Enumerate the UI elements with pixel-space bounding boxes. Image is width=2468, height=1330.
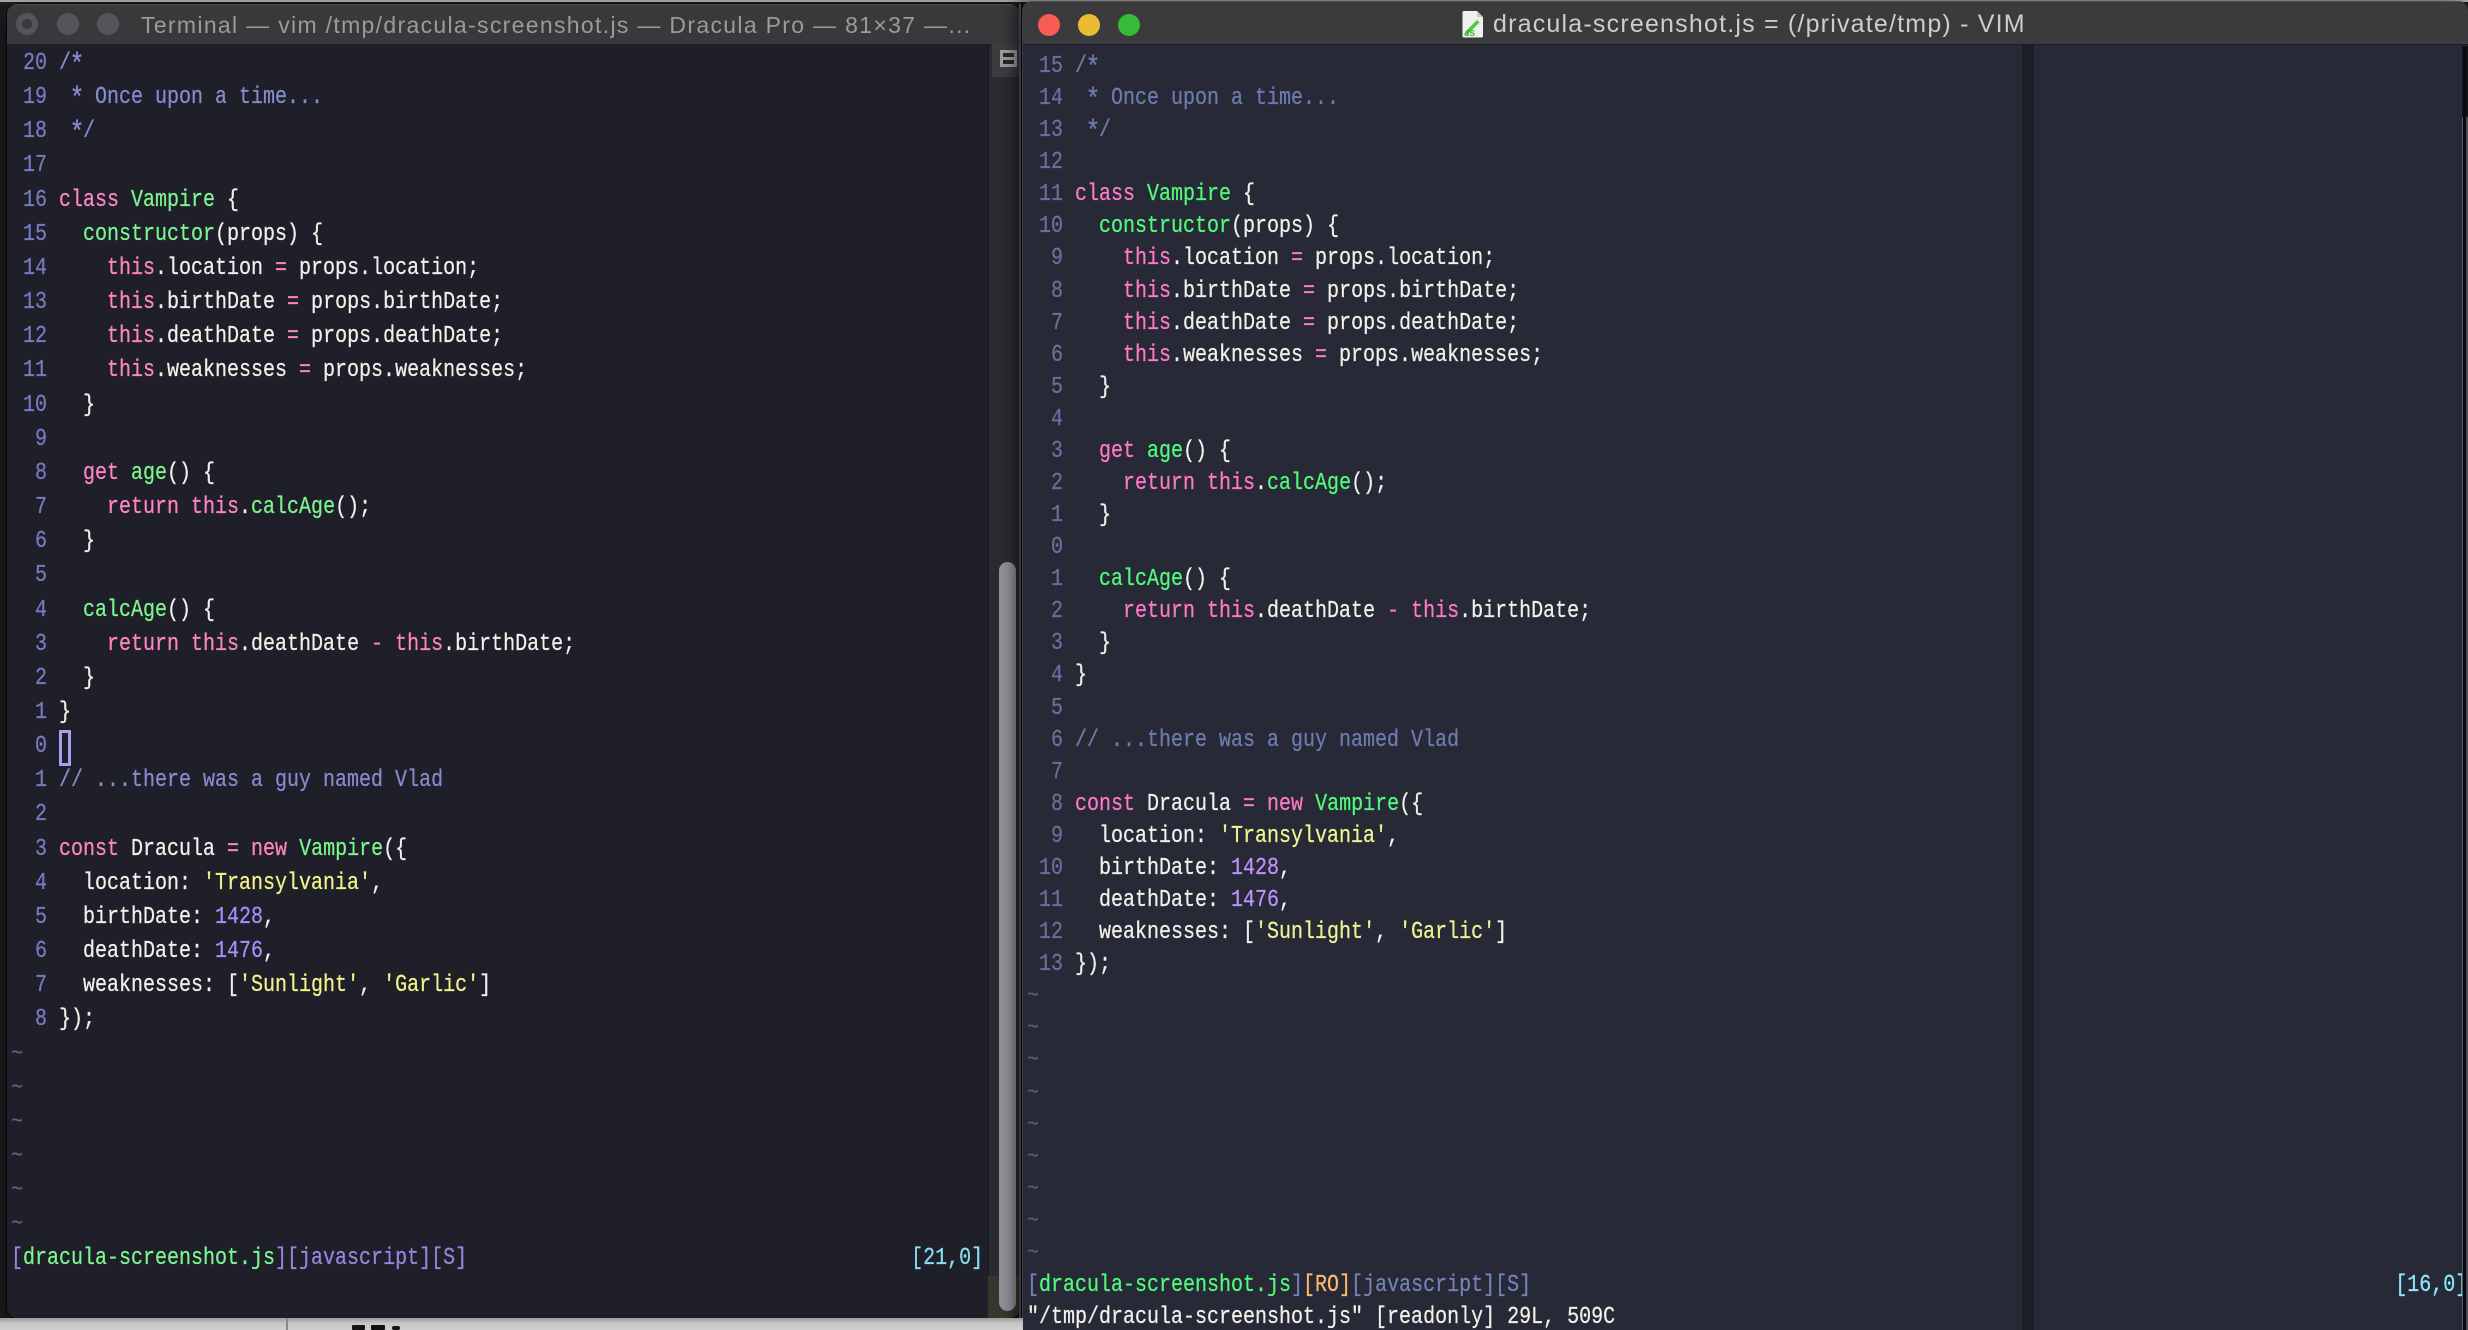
svg-text:JS: JS <box>1465 29 1475 38</box>
